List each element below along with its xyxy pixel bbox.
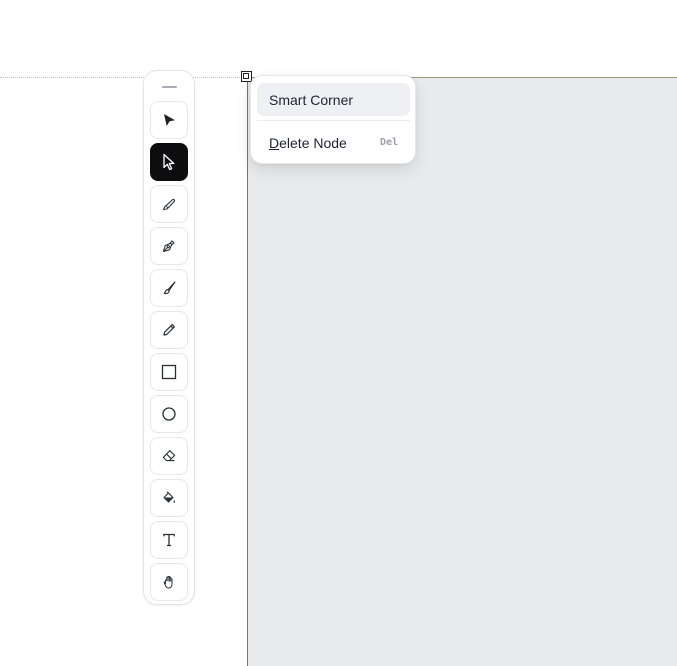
tool-knife[interactable] [150, 185, 188, 223]
tool-eraser[interactable] [150, 437, 188, 475]
arrow-cursor-icon [161, 112, 177, 128]
shortcut-hint: Del [379, 137, 398, 148]
mnemonic-letter: D [269, 134, 280, 151]
pencil-icon [161, 322, 177, 338]
tool-hand[interactable] [150, 563, 188, 601]
tool-fill[interactable] [150, 479, 188, 517]
menu-item-label: Delete Node [269, 135, 347, 151]
node-context-menu: Smart Corner Delete Node Del [250, 75, 416, 164]
tool-brush[interactable] [150, 269, 188, 307]
tool-direct-select[interactable] [150, 143, 188, 181]
menu-separator [257, 120, 410, 121]
canvas-artboard[interactable] [247, 77, 677, 666]
tool-palette [143, 70, 195, 605]
tool-select[interactable] [150, 101, 188, 139]
tool-rectangle[interactable] [150, 353, 188, 391]
circle-icon [161, 406, 177, 422]
menu-item-label: Smart Corner [269, 91, 354, 108]
hand-icon [161, 574, 177, 590]
tool-ellipse[interactable] [150, 395, 188, 433]
text-icon [161, 532, 177, 548]
menu-item-smart-corner[interactable]: Smart Corner [257, 83, 410, 116]
tool-pencil[interactable] [150, 311, 188, 349]
drag-grip-handle[interactable] [162, 86, 177, 88]
tool-text[interactable] [150, 521, 188, 559]
eraser-icon [161, 448, 177, 464]
paint-bucket-icon [161, 490, 177, 506]
editor-stage: Smart Corner Delete Node Del [0, 0, 677, 666]
square-icon [161, 364, 177, 380]
pen-nib-icon [161, 238, 177, 254]
brush-icon [161, 280, 177, 296]
node-handle[interactable] [241, 71, 252, 82]
menu-item-delete-node[interactable]: Delete Node Del [257, 126, 410, 159]
tool-pen[interactable] [150, 227, 188, 265]
pointer-outline-icon [161, 153, 177, 171]
menu-item-label-rest: elete Node [279, 134, 347, 151]
guide-line [0, 77, 248, 78]
knife-icon [161, 196, 177, 212]
